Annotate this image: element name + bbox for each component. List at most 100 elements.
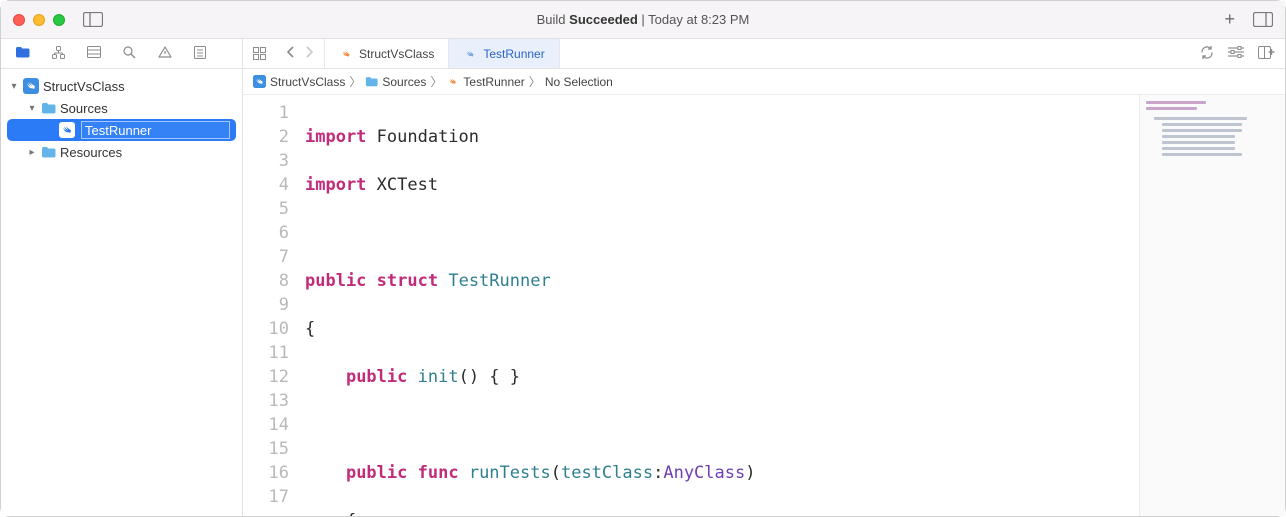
param: testClass (561, 463, 653, 483)
status-prefix: Build (537, 12, 570, 27)
toggle-sidebar-icon[interactable] (83, 12, 103, 27)
crumb-label: TestRunner (463, 75, 524, 89)
crumb-sep: 〉 (349, 73, 361, 90)
find-tab-icon[interactable] (123, 46, 136, 62)
swift-file-icon (463, 47, 477, 61)
chevron-right-icon[interactable]: ▸ (27, 147, 37, 158)
txt: { (305, 319, 315, 339)
kw: func (418, 463, 459, 483)
build-status: Build Succeeded | Today at 8:23 PM (537, 12, 750, 27)
tab-structvsclass[interactable]: StructVsClass (324, 39, 449, 68)
kw: public (305, 271, 366, 291)
crumb-sources[interactable]: Sources (365, 75, 426, 89)
line-number: 13 (243, 389, 289, 413)
toggle-library-icon[interactable] (1253, 12, 1273, 27)
add-button[interactable]: + (1224, 9, 1235, 30)
symbol-tab-icon[interactable] (87, 46, 101, 61)
tests-tab-icon[interactable] (194, 46, 206, 62)
txt: XCTest (366, 175, 438, 195)
close-window-button[interactable] (13, 14, 25, 26)
tab-testrunner[interactable]: TestRunner (449, 39, 559, 68)
status-bold: Succeeded (569, 12, 638, 27)
line-number: 6 (243, 221, 289, 245)
swift-file-icon (339, 47, 353, 61)
code-text[interactable]: import Foundation import XCTest public s… (299, 95, 1139, 516)
line-number: 2 (243, 125, 289, 149)
crumb-file[interactable]: TestRunner (446, 75, 524, 89)
chevron-down-icon[interactable]: ▾ (27, 103, 37, 114)
crumb-label: Sources (382, 75, 426, 89)
minimize-window-button[interactable] (33, 14, 45, 26)
line-number: 1 (243, 101, 289, 125)
source-control-tab-icon[interactable] (52, 46, 65, 62)
txt: { (305, 511, 356, 516)
nav-forward-icon[interactable] (305, 46, 314, 61)
minimap[interactable] (1139, 95, 1285, 516)
project-navigator: ▾ StructVsClass ▾ Sources TestRun (1, 39, 243, 516)
resources-folder[interactable]: ▸ Resources (1, 141, 242, 163)
folder-label: Resources (60, 145, 122, 160)
tab-label: TestRunner (483, 47, 544, 61)
swift-file-icon (59, 122, 75, 138)
editor-tabbar: StructVsClass TestRunner (243, 39, 1285, 69)
zoom-window-button[interactable] (53, 14, 65, 26)
project-root[interactable]: ▾ StructVsClass (1, 75, 242, 97)
tab-label: StructVsClass (359, 47, 434, 61)
line-number: 10 (243, 317, 289, 341)
kw: import (305, 127, 366, 147)
file-name: TestRunner (85, 123, 151, 138)
crumb-label: No Selection (545, 75, 613, 89)
sources-folder[interactable]: ▾ Sources (1, 97, 242, 119)
titlebar: Build Succeeded | Today at 8:23 PM + (1, 1, 1285, 39)
kw: struct (377, 271, 438, 291)
testrunner-file[interactable]: TestRunner (7, 119, 236, 141)
crumb-selection[interactable]: No Selection (545, 75, 613, 89)
swift-project-icon (23, 78, 39, 94)
nav-back-icon[interactable] (286, 46, 295, 61)
line-number: 16 (243, 461, 289, 485)
txt: () { } (459, 367, 520, 387)
crumb-sep: 〉 (529, 73, 541, 90)
kw: public (346, 463, 407, 483)
jump-bar[interactable]: StructVsClass 〉 Sources 〉 TestRunner 〉 N… (243, 69, 1285, 95)
line-number: 17 (243, 485, 289, 509)
related-items-icon[interactable] (243, 39, 276, 68)
file-rename-input[interactable]: TestRunner (81, 121, 230, 139)
status-suffix: | Today at 8:23 PM (638, 12, 750, 27)
project-tree: ▾ StructVsClass ▾ Sources TestRun (1, 69, 242, 169)
txt: : (653, 463, 663, 483)
type: AnyClass (663, 463, 745, 483)
line-gutter: 1 2 3 4 5 6 7 8 9 10 11 12 13 14 15 16 1 (243, 95, 299, 516)
type: TestRunner (448, 271, 550, 291)
folder-icon (41, 146, 56, 158)
kw: import (305, 175, 366, 195)
fname: init (418, 367, 459, 387)
kw: public (346, 367, 407, 387)
code-editor[interactable]: 1 2 3 4 5 6 7 8 9 10 11 12 13 14 15 16 1 (243, 95, 1139, 516)
txt: ( (551, 463, 561, 483)
line-number: 12 (243, 365, 289, 389)
folder-tab-icon[interactable] (15, 46, 30, 61)
refresh-icon[interactable] (1200, 46, 1214, 62)
line-number: 11 (243, 341, 289, 365)
line-number: 7 (243, 245, 289, 269)
issues-tab-icon[interactable] (158, 46, 172, 61)
project-name: StructVsClass (43, 79, 125, 94)
editor-options-icon[interactable] (1228, 46, 1244, 61)
txt: Foundation (366, 127, 479, 147)
crumb-label: StructVsClass (270, 75, 345, 89)
crumb-sep: 〉 (430, 73, 442, 90)
folder-icon (41, 102, 56, 114)
line-number: 15 (243, 437, 289, 461)
fname: runTests (469, 463, 551, 483)
crumb-project[interactable]: StructVsClass (253, 75, 345, 89)
line-number: 9 (243, 293, 289, 317)
add-editor-icon[interactable] (1258, 46, 1275, 62)
txt: ) (745, 463, 755, 483)
line-number: 5 (243, 197, 289, 221)
line-number: 8 (243, 269, 289, 293)
line-number: 4 (243, 173, 289, 197)
navigator-tabs (1, 39, 242, 69)
chevron-down-icon[interactable]: ▾ (9, 81, 19, 92)
window-controls (13, 14, 65, 26)
